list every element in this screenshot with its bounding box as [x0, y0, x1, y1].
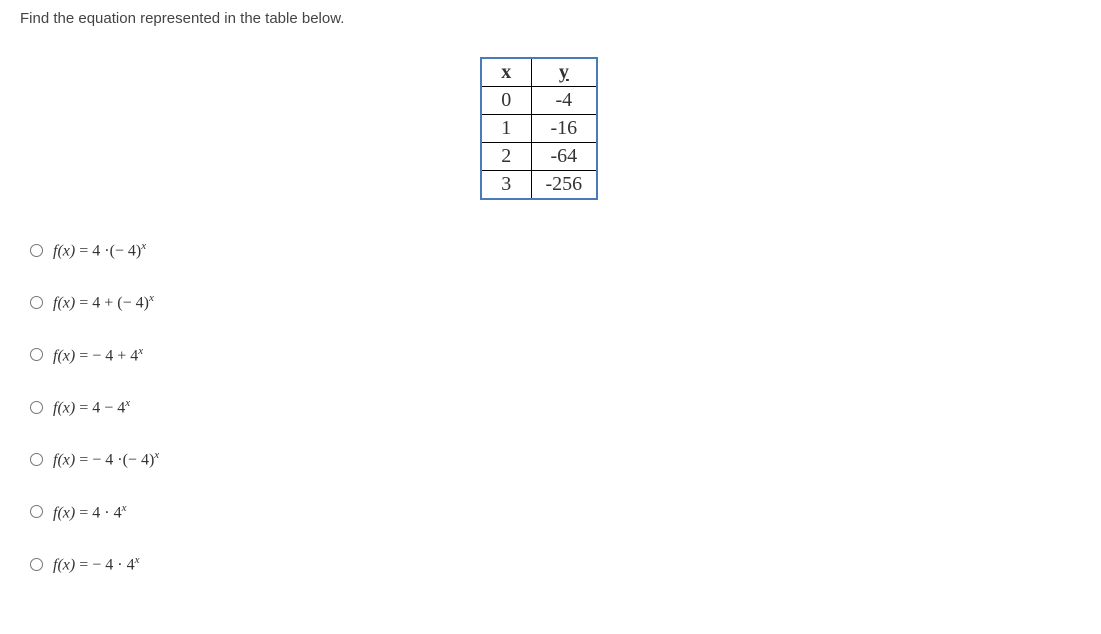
option-5-radio[interactable]	[30, 453, 43, 466]
option-6-radio[interactable]	[30, 505, 43, 518]
option-6-label: f(x) = 4 · 4x	[53, 502, 126, 522]
option-5-label: f(x) = − 4 ·(− 4)x	[53, 449, 159, 469]
option-7[interactable]: f(x) = − 4 · 4x	[20, 554, 1081, 574]
table-row: 3 -256	[481, 171, 597, 200]
option-2[interactable]: f(x) = 4 + (− 4)x	[20, 292, 1081, 312]
table-cell-y: -16	[531, 115, 597, 143]
data-table-container: x y 0 -4 1 -16 2 -64 3 -256	[480, 57, 1081, 200]
table-cell-x: 2	[481, 143, 531, 171]
option-1-radio[interactable]	[30, 244, 43, 257]
option-4-radio[interactable]	[30, 401, 43, 414]
data-table: x y 0 -4 1 -16 2 -64 3 -256	[480, 57, 598, 200]
table-cell-y: -4	[531, 87, 597, 115]
table-cell-x: 3	[481, 171, 531, 200]
option-3-radio[interactable]	[30, 348, 43, 361]
option-1[interactable]: f(x) = 4 ·(− 4)x	[20, 240, 1081, 260]
question-prompt: Find the equation represented in the tab…	[20, 10, 1081, 27]
table-cell-y: -256	[531, 171, 597, 200]
table-row: 2 -64	[481, 143, 597, 171]
option-7-radio[interactable]	[30, 558, 43, 571]
option-5[interactable]: f(x) = − 4 ·(− 4)x	[20, 449, 1081, 469]
table-row: 1 -16	[481, 115, 597, 143]
table-body: 0 -4 1 -16 2 -64 3 -256	[481, 87, 597, 200]
option-4-label: f(x) = 4 − 4x	[53, 397, 130, 417]
option-4[interactable]: f(x) = 4 − 4x	[20, 397, 1081, 417]
option-7-label: f(x) = − 4 · 4x	[53, 554, 139, 574]
option-1-label: f(x) = 4 ·(− 4)x	[53, 240, 146, 260]
option-6[interactable]: f(x) = 4 · 4x	[20, 502, 1081, 522]
table-header-y: y	[531, 58, 597, 87]
option-3[interactable]: f(x) = − 4 + 4x	[20, 345, 1081, 365]
option-2-label: f(x) = 4 + (− 4)x	[53, 292, 154, 312]
table-header-x: x	[481, 58, 531, 87]
option-2-radio[interactable]	[30, 296, 43, 309]
table-cell-y: -64	[531, 143, 597, 171]
table-row: 0 -4	[481, 87, 597, 115]
table-cell-x: 1	[481, 115, 531, 143]
answer-options: f(x) = 4 ·(− 4)x f(x) = 4 + (− 4)x f(x) …	[20, 240, 1081, 574]
option-3-label: f(x) = − 4 + 4x	[53, 345, 143, 365]
table-cell-x: 0	[481, 87, 531, 115]
